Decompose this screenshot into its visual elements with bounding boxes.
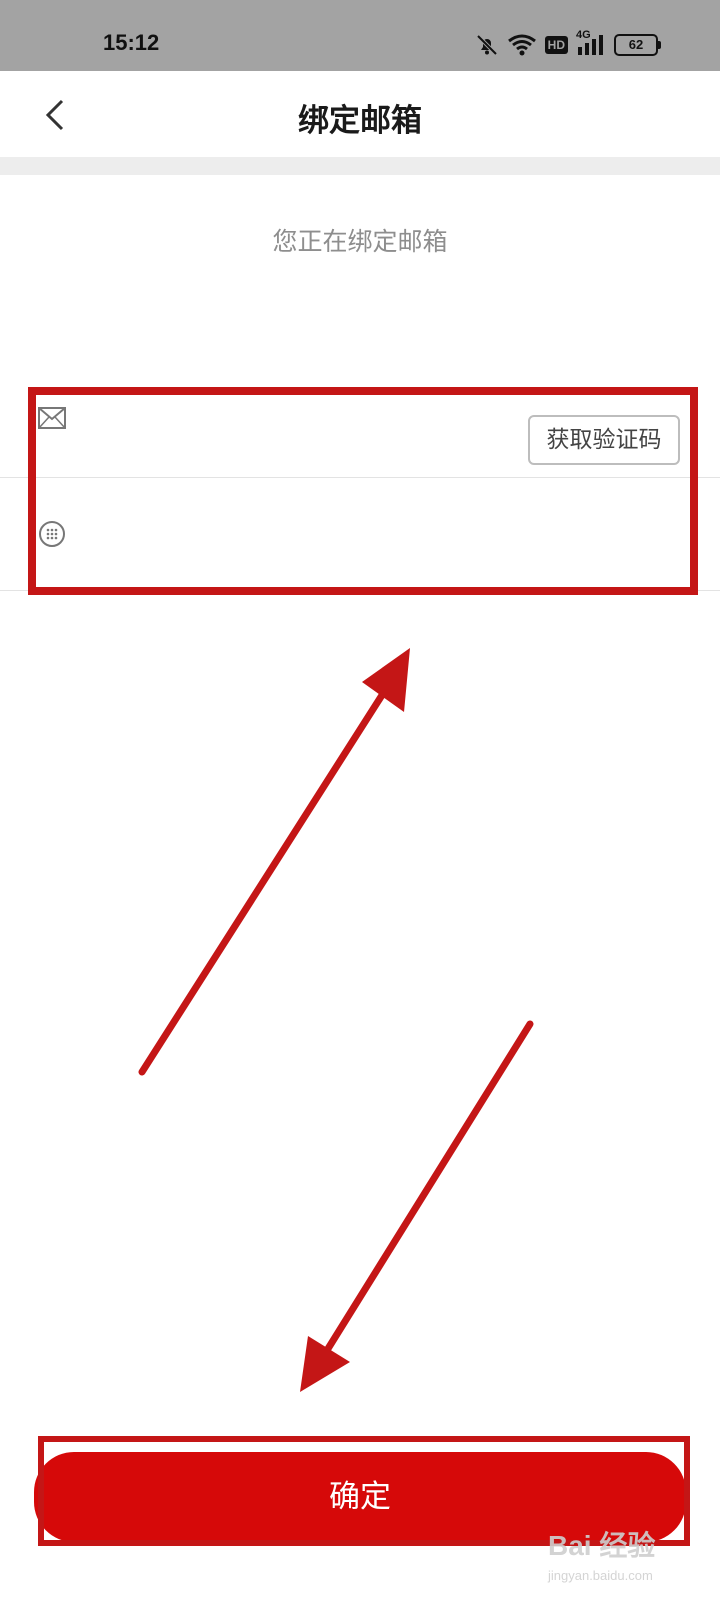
hd-icon: HD (544, 36, 568, 54)
wifi-icon (507, 33, 537, 57)
email-input[interactable] (100, 403, 484, 441)
envelope-icon (38, 407, 66, 433)
keypad-icon (38, 520, 66, 552)
baidu-jingyan-watermark: Bai 经验 jingyan.baidu.com (548, 1524, 716, 1594)
arrow-up-right (138, 648, 410, 1076)
header-divider (0, 157, 720, 175)
watermark-url: jingyan.baidu.com (548, 1568, 653, 1583)
watermark-main: Bai 经验 (548, 1530, 656, 1561)
status-time: 15:12 (103, 30, 160, 55)
email-row: 获取验证码 (0, 365, 720, 478)
code-row (0, 478, 720, 591)
arrow-down-left (300, 1020, 534, 1392)
verification-code-input[interactable] (100, 516, 484, 554)
get-code-button[interactable]: 获取验证码 (528, 415, 680, 465)
subtitle-text: 您正在绑定邮箱 (272, 227, 448, 256)
bell-muted-icon (475, 33, 499, 57)
battery-icon: 62 (614, 34, 661, 56)
status-bar: 15:12 HD 4G 62 (0, 0, 720, 71)
signal-4g-icon: 4G (576, 29, 606, 57)
nav-bar: 绑定邮箱 (0, 71, 720, 157)
status-icons: HD 4G 62 (475, 29, 661, 59)
page-title: 绑定邮箱 (298, 103, 422, 139)
